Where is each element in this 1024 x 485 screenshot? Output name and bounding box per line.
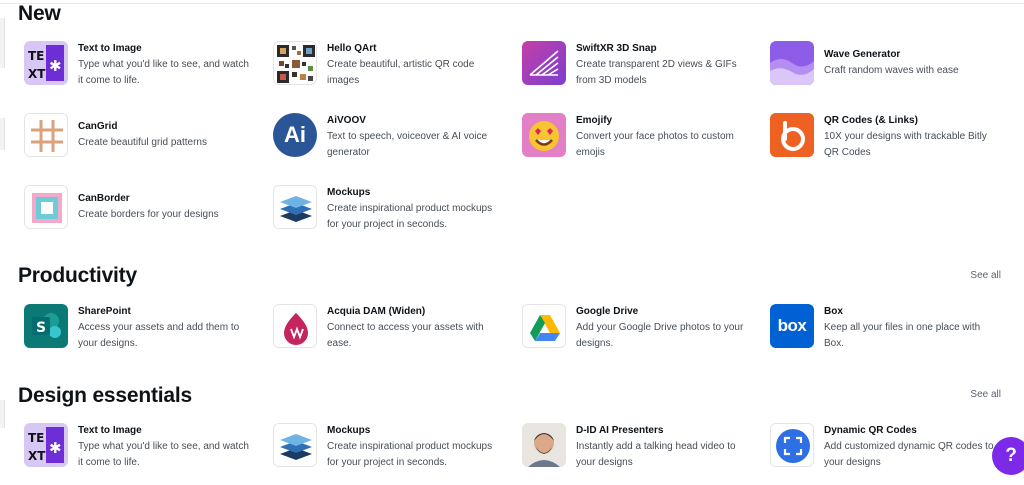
- app-card-google-drive[interactable]: Google Drive Add your Google Drive photo…: [522, 304, 762, 364]
- app-description: Create beautiful grid patterns: [78, 137, 207, 148]
- see-all-productivity-link[interactable]: See all: [970, 270, 1001, 281]
- app-card-canborder[interactable]: CanBorder Create borders for your design…: [24, 185, 264, 245]
- app-name: CanBorder: [78, 193, 130, 204]
- app-description: Type what you'd like to see, and watch i…: [78, 59, 249, 86]
- box-logo-text: box: [777, 316, 807, 335]
- app-description: Add your Google Drive photos to your des…: [576, 322, 744, 349]
- section-title-productivity: Productivity: [18, 264, 137, 287]
- app-card-text-to-image[interactable]: TE XT ✱ Text to Image Type what you'd like…: [24, 41, 264, 101]
- app-name: Google Drive: [576, 306, 639, 317]
- app-description: Add customized dynamic QR codes to your …: [824, 441, 994, 468]
- app-card-mockups[interactable]: Mockups Create inspirational product moc…: [273, 185, 513, 245]
- app-name: Text to Image: [78, 425, 142, 436]
- box-icon: box: [770, 304, 814, 348]
- app-description: Craft random waves with ease: [824, 65, 959, 76]
- app-card-cangrid[interactable]: CanGrid Create beautiful grid patterns: [24, 113, 264, 173]
- app-card-d-id-ai-presenters[interactable]: D-ID AI Presenters Instantly add a talki…: [522, 423, 762, 483]
- top-divider: [0, 3, 1024, 4]
- app-card-wave-generator[interactable]: Wave Generator Craft random waves with e…: [770, 41, 1010, 101]
- app-name: Acquia DAM (Widen): [327, 306, 426, 317]
- app-name: CanGrid: [78, 121, 118, 132]
- app-description: 10X your designs with trackable Bitly QR…: [824, 131, 987, 158]
- app-name: Mockups: [327, 187, 371, 198]
- google-drive-icon: [522, 304, 566, 348]
- svg-text:✱: ✱: [49, 57, 62, 75]
- emoji-icon: [522, 113, 566, 157]
- swiftxr-icon: [522, 41, 566, 85]
- svg-text:✱: ✱: [49, 439, 62, 457]
- app-name: SwiftXR 3D Snap: [576, 43, 657, 54]
- app-card-dynamic-qr-codes[interactable]: Dynamic QR Codes Add customized dynamic …: [770, 423, 1010, 483]
- mockups-icon: [273, 185, 317, 229]
- app-description: Create transparent 2D views & GIFs from …: [576, 59, 737, 86]
- app-description: Convert your face photos to custom emoji…: [576, 131, 734, 158]
- border-icon: [24, 185, 68, 229]
- app-card-acquia-dam[interactable]: Acquia DAM (Widen) Connect to access you…: [273, 304, 513, 364]
- app-description: Text to speech, voiceover & AI voice gen…: [327, 131, 488, 158]
- left-panel-edge: [0, 400, 5, 428]
- app-name: Dynamic QR Codes: [824, 425, 917, 436]
- app-name: QR Codes (& Links): [824, 115, 918, 126]
- left-panel-edge: [0, 118, 5, 150]
- app-name: Mockups: [327, 425, 371, 436]
- app-description: Connect to access your assets with ease.: [327, 322, 484, 349]
- text-to-image-icon: TE XT ✱: [24, 423, 68, 467]
- presenter-icon: [522, 423, 566, 467]
- grid-icon: [24, 113, 68, 157]
- app-card-box[interactable]: box Box Keep all your files in one place…: [770, 304, 1010, 364]
- app-card-aivoov[interactable]: Ai AiVOOV Text to speech, voiceover & AI…: [273, 113, 513, 173]
- app-description: Create beautiful, artistic QR code image…: [327, 59, 475, 86]
- section-title-design-essentials: Design essentials: [18, 384, 193, 407]
- svg-text:XT: XT: [28, 449, 46, 463]
- aivoov-icon: Ai: [273, 113, 317, 157]
- app-description: Create inspirational product mockups for…: [327, 441, 493, 468]
- app-description: Type what you'd like to see, and watch i…: [78, 441, 249, 468]
- mockups-icon: [273, 423, 317, 467]
- bitly-icon: [770, 113, 814, 157]
- app-card-swiftxr[interactable]: SwiftXR 3D Snap Create transparent 2D vi…: [522, 41, 762, 101]
- qr-art-icon: [273, 41, 317, 85]
- left-panel-edge: [0, 18, 5, 68]
- help-button[interactable]: ?: [992, 437, 1024, 475]
- app-card-qr-codes-links[interactable]: QR Codes (& Links) 10X your designs with…: [770, 113, 1010, 173]
- aivoov-logo-text: Ai: [284, 122, 306, 147]
- app-name: Text to Image: [78, 43, 142, 54]
- svg-text:S: S: [36, 320, 46, 336]
- app-description: Create borders for your designs: [78, 209, 219, 220]
- app-name: SharePoint: [78, 306, 131, 317]
- svg-text:TE: TE: [28, 49, 44, 63]
- app-card-mockups[interactable]: Mockups Create inspirational product moc…: [273, 423, 513, 483]
- text-to-image-icon: TE XT ✱: [24, 41, 68, 85]
- app-card-sharepoint[interactable]: S SharePoint Access your assets and add …: [24, 304, 264, 364]
- app-name: AiVOOV: [327, 115, 366, 126]
- app-description: Access your assets and add them to your …: [78, 322, 240, 349]
- app-description: Instantly add a talking head video to yo…: [576, 441, 736, 468]
- svg-text:XT: XT: [28, 67, 46, 81]
- app-card-text-to-image[interactable]: TE XT ✱ Text to Image Type what you'd like…: [24, 423, 264, 483]
- wave-icon: [770, 41, 814, 85]
- app-name: Emojify: [576, 115, 613, 126]
- app-name: Wave Generator: [824, 49, 901, 60]
- app-card-hello-qart[interactable]: Hello QArt Create beautiful, artistic QR…: [273, 41, 513, 101]
- app-description: Create inspirational product mockups for…: [327, 203, 493, 230]
- acquia-icon: [273, 304, 317, 348]
- app-card-emojify[interactable]: Emojify Convert your face photos to cust…: [522, 113, 762, 173]
- sharepoint-icon: S: [24, 304, 68, 348]
- app-name: D-ID AI Presenters: [576, 425, 664, 436]
- section-title-new: New: [18, 2, 61, 25]
- app-description: Keep all your files in one place with Bo…: [824, 322, 981, 349]
- app-name: Hello QArt: [327, 43, 377, 54]
- dynamic-qr-icon: [770, 423, 814, 467]
- svg-text:TE: TE: [28, 431, 44, 445]
- see-all-design-essentials-link[interactable]: See all: [970, 389, 1001, 400]
- app-name: Box: [824, 306, 843, 317]
